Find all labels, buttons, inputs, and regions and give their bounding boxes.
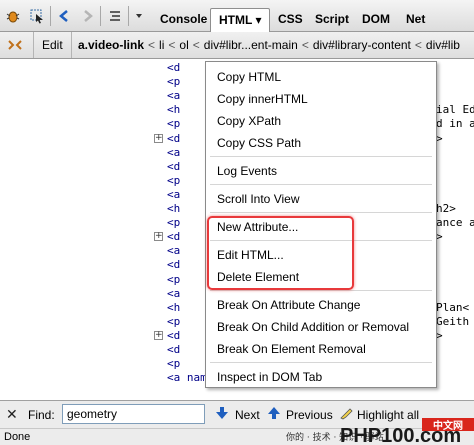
tree-node-tag: <a xyxy=(167,89,181,103)
tree-node-text: d in a xyxy=(436,117,474,131)
breadcrumb-separator: < xyxy=(301,38,309,52)
tree-node-text: Geith xyxy=(436,314,470,328)
tab-dom[interactable]: DOM xyxy=(354,8,398,32)
tree-node-text: ial Ed xyxy=(436,103,474,117)
breadcrumb: a.video-link < li < ol < div#libr...ent-main < d… xyxy=(78,32,460,58)
toolbar-separator xyxy=(128,6,129,26)
list-icon[interactable] xyxy=(106,7,124,25)
tree-node-text: ance a xyxy=(436,216,474,230)
status-bar: Done xyxy=(0,428,474,445)
tab-console[interactable]: Console xyxy=(152,8,215,32)
tree-node-tag: <p xyxy=(167,314,181,328)
tree-node-tag: <a xyxy=(167,145,181,159)
toolbar-separator xyxy=(100,6,101,26)
menu-item-inspect-in-dom-tab[interactable]: Inspect in DOM Tab xyxy=(207,366,435,388)
status-text: Done xyxy=(4,431,31,443)
tab-html[interactable]: HTML ▾ xyxy=(210,8,271,33)
menu-separator xyxy=(210,362,432,363)
find-input[interactable] xyxy=(62,404,205,424)
tree-node-tag: <d xyxy=(167,258,181,272)
tree-node-tag: <p xyxy=(167,173,181,187)
toolbar-separator xyxy=(50,6,51,26)
menu-item-copy-xpath[interactable]: Copy XPath xyxy=(207,110,435,132)
expand-node-icon[interactable]: + xyxy=(154,330,163,340)
tree-node-tag: <p xyxy=(167,272,181,286)
tree-node-tag: <d xyxy=(167,61,181,74)
breadcrumb-item[interactable]: div#lib xyxy=(426,38,460,52)
arrow-up-icon[interactable] xyxy=(266,405,282,421)
breadcrumb-separator: < xyxy=(414,38,422,52)
forward-icon[interactable] xyxy=(78,7,96,25)
firebug-bug-icon[interactable] xyxy=(4,7,22,25)
highlight-all-button[interactable]: Highlight all xyxy=(357,408,419,422)
tree-node-tag: <d xyxy=(167,159,181,173)
breadcrumb-item[interactable]: div#libr...ent-main xyxy=(204,38,298,52)
tree-node-text: h2> xyxy=(436,202,456,215)
next-button[interactable]: Next xyxy=(235,408,260,422)
tree-node-tag: <d xyxy=(167,343,181,356)
menu-item-copy-html[interactable]: Copy HTML xyxy=(207,66,435,88)
inspect-element-icon[interactable] xyxy=(28,7,46,25)
expand-node-icon[interactable]: + xyxy=(154,133,163,143)
tree-node-text: Plan< xyxy=(436,300,470,314)
menu-item-scroll-into-view[interactable]: Scroll Into View xyxy=(207,188,435,210)
back-icon[interactable] xyxy=(56,7,74,25)
breadcrumb-item[interactable]: div#library-content xyxy=(313,38,411,52)
firebug-toolbar: Console HTML ▾ CSS Script DOM Net xyxy=(0,0,474,33)
menu-item-log-events[interactable]: Log Events xyxy=(207,160,435,182)
breadcrumb-separator: < xyxy=(168,38,176,52)
menu-item-break-on-child-change[interactable]: Break On Child Addition or Removal xyxy=(207,316,435,338)
highlighter-icon xyxy=(340,408,353,420)
tree-node-tag: <a xyxy=(167,244,181,258)
menu-item-break-on-attribute-change[interactable]: Break On Attribute Change xyxy=(207,294,435,316)
edit-button[interactable]: Edit xyxy=(33,32,72,58)
find-bar: ✕ Find: Next Previous Highlight all xyxy=(0,400,474,428)
breadcrumb-separator: < xyxy=(148,38,156,52)
tree-node-tag: <p xyxy=(167,75,181,89)
tree-node-tag: <p xyxy=(167,216,181,230)
tree-node-tag: <d xyxy=(167,328,181,342)
arrow-down-icon[interactable] xyxy=(214,405,230,421)
tree-node-tag: <a xyxy=(167,187,181,201)
tree-node-tag: <h xyxy=(167,202,181,215)
tree-node-tag: <h xyxy=(167,300,181,314)
menu-item-break-on-element-removal[interactable]: Break On Element Removal xyxy=(207,338,435,360)
menu-item-copy-css-path[interactable]: Copy CSS Path xyxy=(207,132,435,154)
breadcrumb-item[interactable]: a.video-link xyxy=(78,38,144,52)
red-highlight-box xyxy=(207,216,354,290)
menu-item-copy-innerhtml[interactable]: Copy innerHTML xyxy=(207,88,435,110)
previous-button[interactable]: Previous xyxy=(286,408,333,422)
close-find-bar-icon[interactable]: ✕ xyxy=(6,407,18,421)
menu-separator xyxy=(210,156,432,157)
menu-separator xyxy=(210,290,432,291)
tree-node-tag: <a xyxy=(167,286,181,300)
tab-script[interactable]: Script xyxy=(307,8,357,32)
tab-net[interactable]: Net xyxy=(398,8,433,32)
tree-node-tag: <d xyxy=(167,230,181,244)
tab-css[interactable]: CSS xyxy=(270,8,311,32)
menu-separator xyxy=(210,184,432,185)
context-menu: Copy HTML Copy innerHTML Copy XPath Copy… xyxy=(205,61,437,388)
breadcrumb-item[interactable]: ol xyxy=(179,38,188,52)
tree-node-tag: <h xyxy=(167,103,181,117)
tree-node-tag: <p xyxy=(167,117,181,131)
tree-node-tag: <d xyxy=(167,131,181,145)
expand-node-icon[interactable]: + xyxy=(154,232,163,242)
breadcrumb-bar: Edit a.video-link < li < ol < div#libr...ent-m… xyxy=(0,32,474,59)
tree-node-tag: <p xyxy=(167,357,181,371)
breadcrumb-separator: < xyxy=(192,38,200,52)
find-label: Find: xyxy=(28,408,55,422)
expand-icon[interactable] xyxy=(6,36,24,54)
menu-arrow-icon[interactable] xyxy=(132,7,146,25)
menu-separator xyxy=(210,212,432,213)
